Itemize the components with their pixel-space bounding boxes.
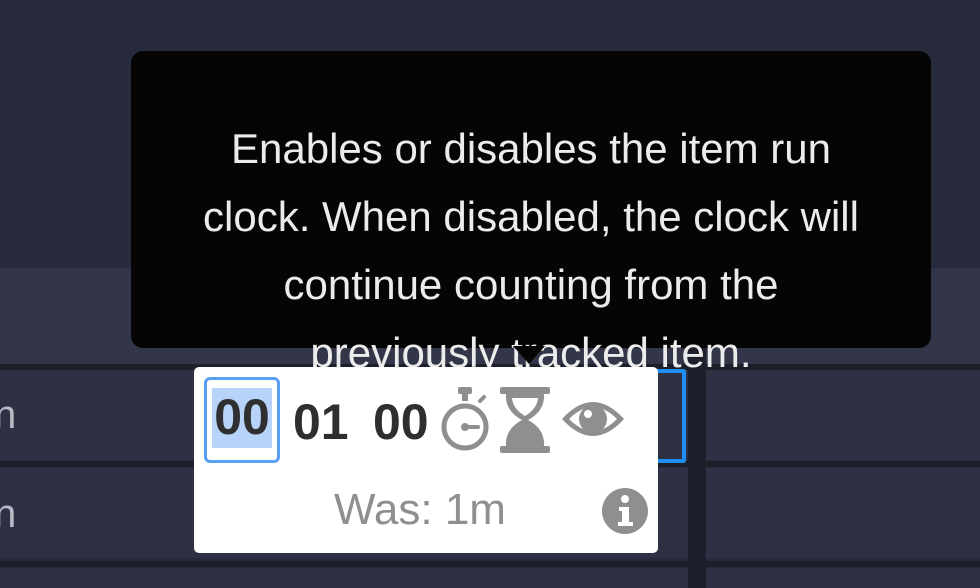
hours-field[interactable]: 00 (204, 377, 280, 463)
hours-value: 00 (212, 388, 272, 448)
minutes-field[interactable]: 01 (293, 397, 349, 447)
previous-duration-label: Was: 1m (334, 485, 506, 534)
eye-icon[interactable] (560, 393, 626, 450)
rundown-view: 1m n n Enables or disables the item run … (0, 0, 980, 588)
tooltip-arrow (513, 346, 545, 364)
row-label-fragment: n (0, 492, 17, 536)
run-clock-tooltip: Enables or disables the item run clock. … (131, 51, 931, 376)
stopwatch-icon[interactable] (440, 385, 490, 460)
info-icon[interactable] (601, 487, 649, 540)
row-divider (0, 561, 980, 567)
hourglass-icon[interactable] (497, 385, 553, 460)
row-label-fragment: n (0, 393, 17, 437)
seconds-field[interactable]: 00 (373, 397, 429, 447)
duration-editor-popup: 00 01 00 Was: 1m (194, 367, 658, 553)
rundown-row[interactable] (0, 568, 980, 588)
